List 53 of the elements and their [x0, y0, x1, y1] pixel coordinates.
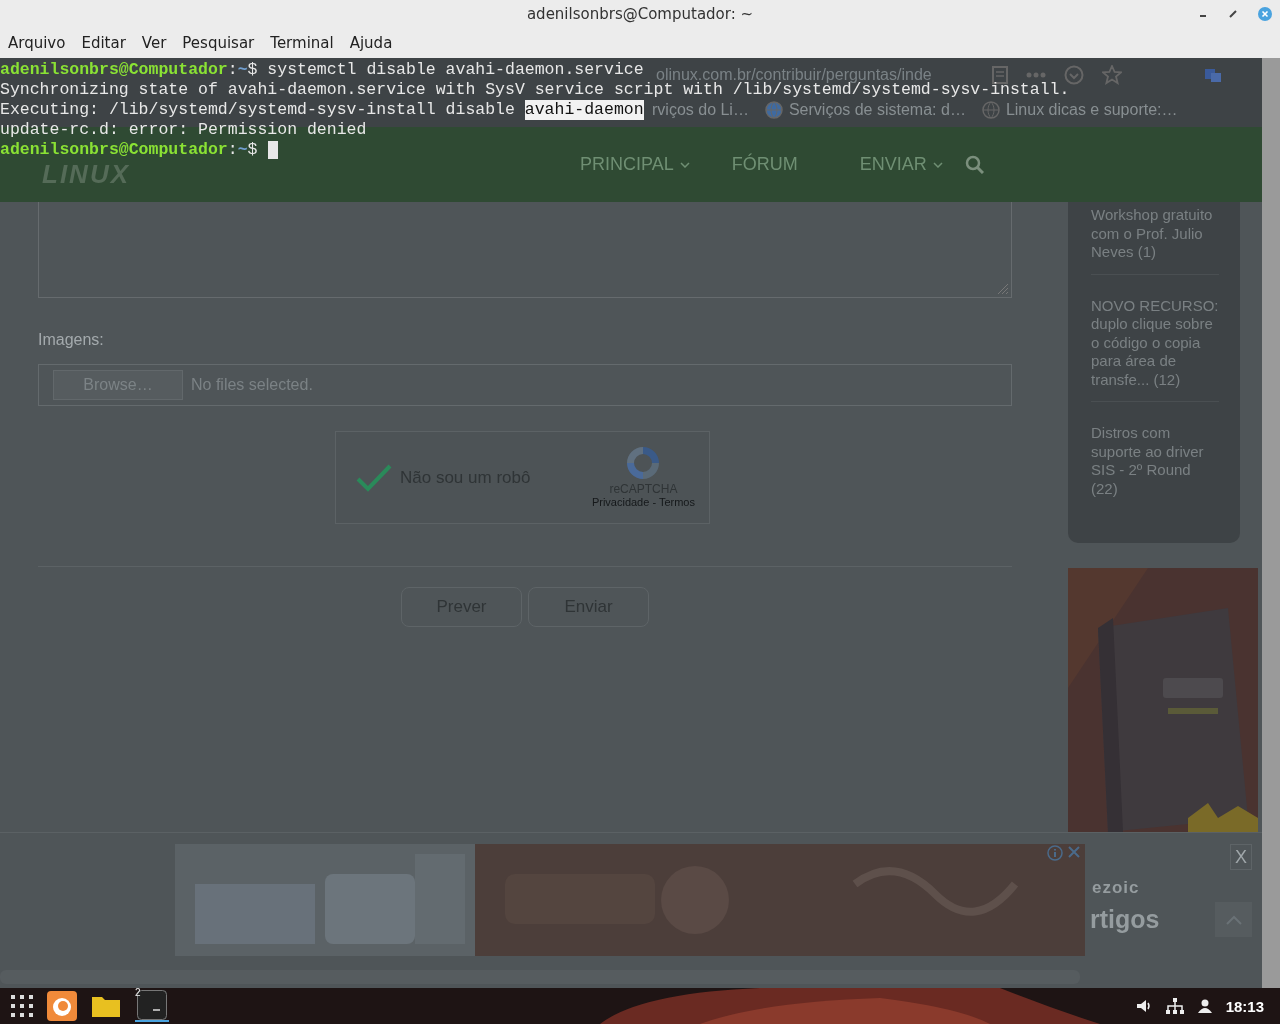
reader-icon[interactable]	[992, 66, 1008, 84]
menu-item[interactable]: Editar	[81, 34, 126, 52]
scroll-top-button[interactable]	[1215, 902, 1252, 937]
network-icon[interactable]	[1165, 998, 1184, 1014]
captcha-links[interactable]: Privacidade - Termos	[591, 496, 695, 508]
more-icon[interactable]	[1026, 72, 1046, 78]
selected-text: avahi-daemon	[524, 100, 644, 120]
sidebar-link[interactable]: Distros com suporte ao driver SIS - 2º Round (22)	[1091, 402, 1219, 510]
clock[interactable]: 18:13	[1225, 997, 1264, 1015]
ad-close-button[interactable]: X	[1230, 844, 1252, 870]
field-label: Imagens:	[38, 331, 105, 349]
text-area[interactable]	[38, 202, 1012, 298]
globe-icon[interactable]	[764, 100, 783, 119]
url-text[interactable]: olinux.com.br/contribuir/perguntas/inde	[656, 66, 976, 84]
close-icon[interactable]	[1067, 845, 1081, 859]
output-line: update-rc.d: error: Permission denied	[0, 120, 367, 140]
vertical-scrollbar[interactable]	[1262, 58, 1280, 988]
menu-item[interactable]: Terminal	[270, 34, 334, 52]
terminal-icon	[137, 990, 167, 1020]
pocket-icon[interactable]	[1064, 65, 1084, 85]
nav-link[interactable]: ENVIAR	[859, 154, 943, 175]
close-icon[interactable]	[1258, 7, 1272, 21]
menu-item[interactable]: Arquivo	[8, 34, 66, 52]
browser-icon[interactable]	[47, 991, 77, 1021]
maximize-icon[interactable]	[1228, 9, 1238, 19]
menu-item[interactable]: Ver	[141, 34, 167, 52]
bookmark[interactable]: Serviços de sistema: d…	[788, 100, 966, 119]
nav-link[interactable]: FÓRUM	[731, 154, 798, 175]
volume-icon[interactable]	[1135, 999, 1152, 1013]
nav-link[interactable]: PRINCIPAL	[580, 154, 690, 175]
window-title: adenilsonbrs@Computador: ~	[526, 5, 754, 23]
menu-item[interactable]: Ajuda	[349, 34, 393, 52]
prompt-line: adenilsonbrs@Computador:~$ systemctl disable avahi-daemon.service	[0, 60, 644, 80]
terminal-app-button[interactable]: 2	[135, 990, 169, 1022]
bookmark[interactable]: Linux dicas e suporte:…	[1005, 100, 1178, 119]
section-heading: rtigos	[1090, 905, 1160, 934]
search-icon[interactable]	[964, 155, 984, 174]
checkmark-icon[interactable]	[356, 463, 392, 492]
info-icon[interactable]	[1047, 845, 1063, 861]
bookmark[interactable]: rviços do Li…	[652, 100, 749, 119]
window-count-label: 2	[135, 987, 141, 998]
ad-brand: ezoic	[1092, 878, 1141, 898]
star-icon[interactable]	[1102, 65, 1122, 85]
user-icon[interactable]	[1197, 999, 1212, 1013]
menu-item[interactable]: Pesquisar	[182, 34, 255, 52]
prompt-line: adenilsonbrs@Computador:~$	[0, 140, 259, 160]
apps-grid-icon[interactable]	[11, 995, 33, 1017]
sidebar-link[interactable]: Workshop gratuito com o Prof. Julio Neves (1)	[1091, 202, 1219, 275]
sidebar-link[interactable]: NOVO RECURSO: duplo clique sobre o código o copia para área de transfe... (12)	[1091, 274, 1219, 402]
output-line: Executing: /lib/systemd/systemd-sysv-install disable	[0, 100, 516, 120]
globe-icon[interactable]	[981, 100, 1000, 119]
translate-icon[interactable]	[1204, 67, 1222, 83]
resize-handle-icon[interactable]	[995, 281, 1009, 295]
